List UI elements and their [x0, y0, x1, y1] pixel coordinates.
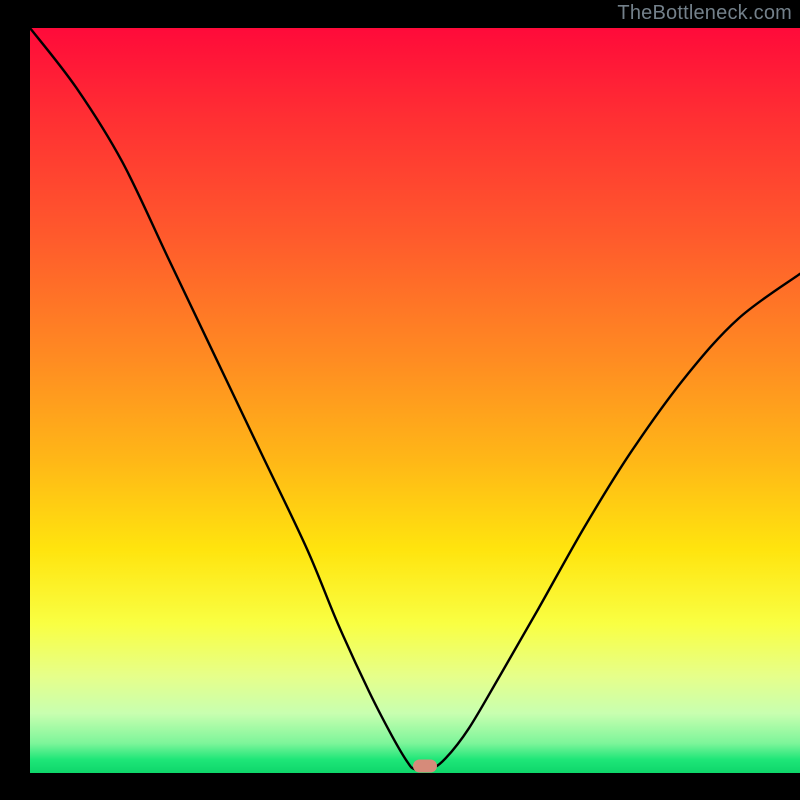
bottleneck-curve [30, 28, 800, 773]
watermark-text: TheBottleneck.com [617, 2, 792, 25]
optimal-point-marker [413, 760, 437, 773]
chart-frame: TheBottleneck.com [0, 0, 800, 800]
plot-area [30, 28, 800, 773]
